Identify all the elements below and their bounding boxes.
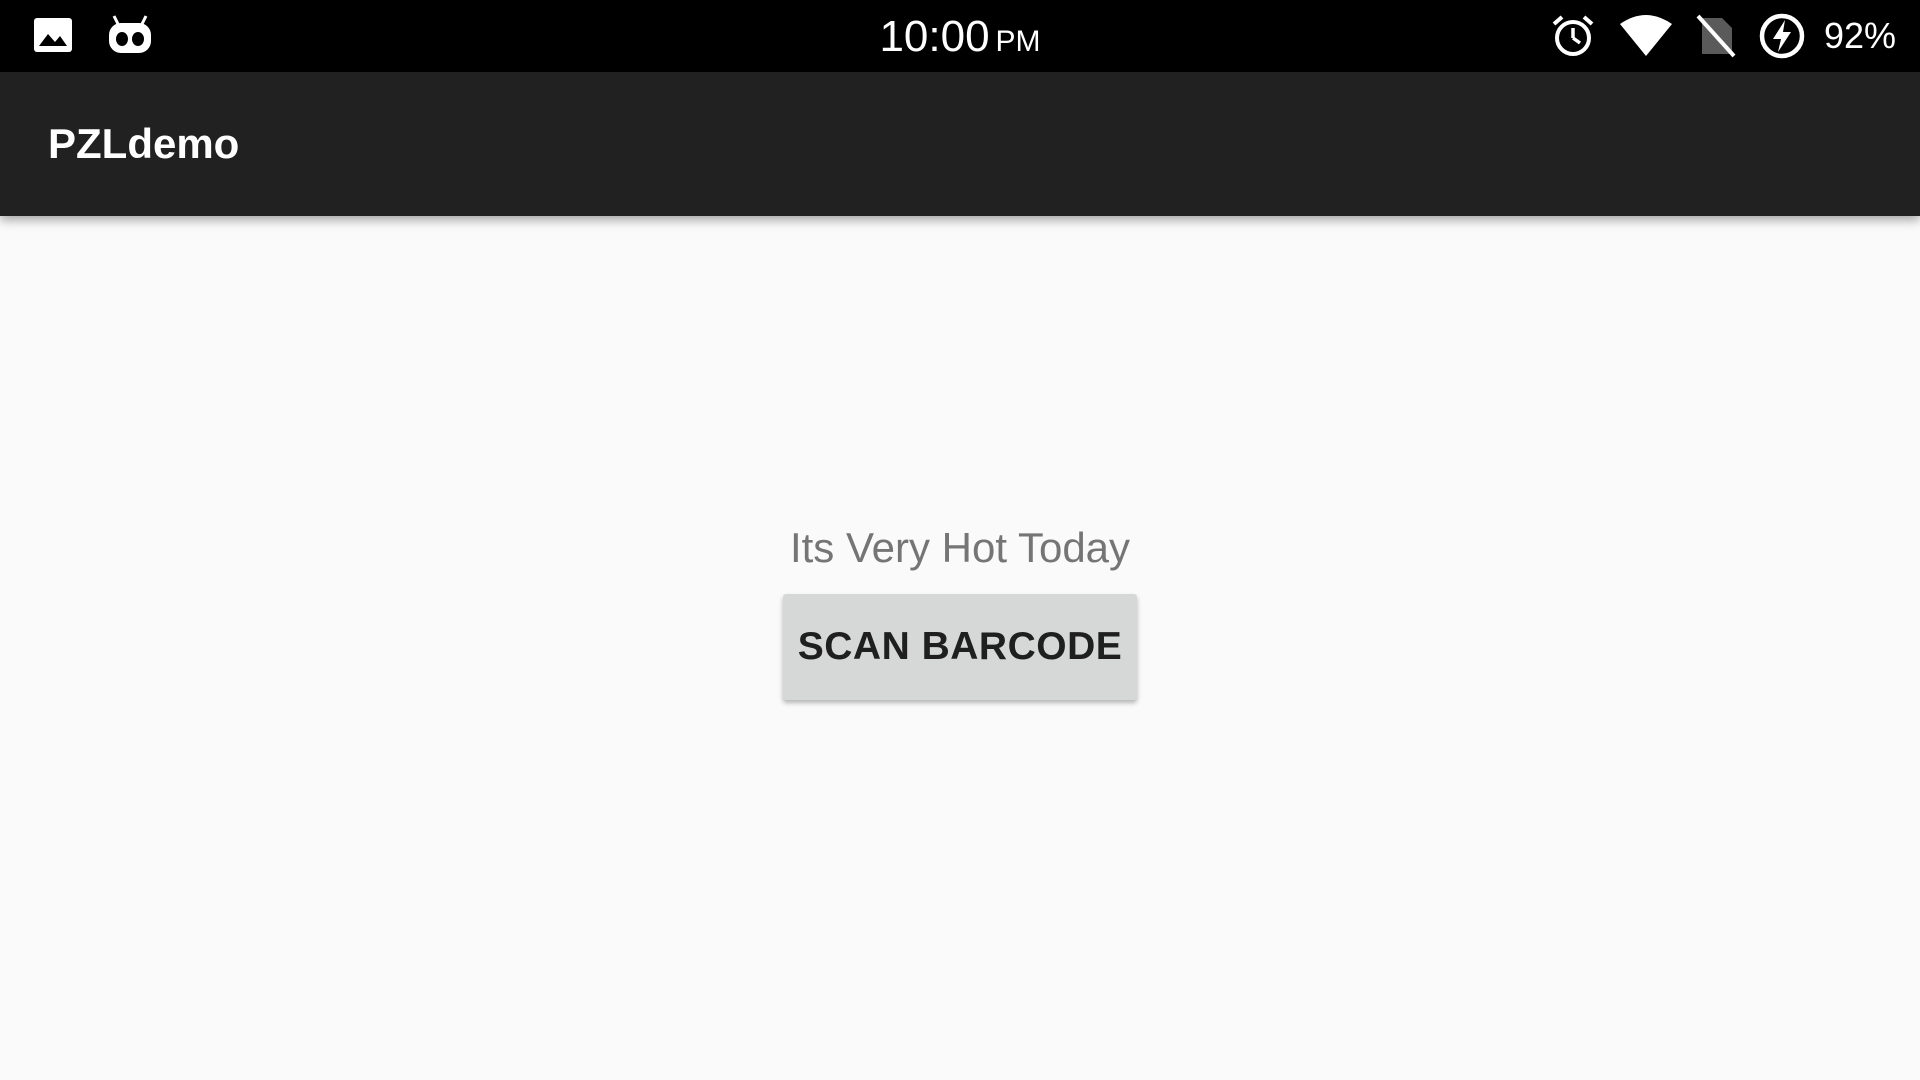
status-bar-right: 92% bbox=[1550, 12, 1896, 60]
wifi-icon bbox=[1618, 14, 1674, 58]
app-title: PZLdemo bbox=[48, 120, 240, 167]
alarm-icon bbox=[1550, 13, 1596, 59]
status-bar: 10:00 PM 92% bbox=[0, 0, 1920, 72]
scan-barcode-button[interactable]: SCAN BARCODE bbox=[783, 594, 1137, 700]
battery-percent: 92% bbox=[1823, 15, 1896, 56]
clock-time: 10:00 bbox=[879, 12, 990, 61]
battery-charging-icon bbox=[1758, 12, 1806, 60]
main-content: Its Very Hot Today SCAN BARCODE bbox=[0, 216, 1920, 1080]
clock-ampm: PM bbox=[995, 25, 1041, 58]
message-text: Its Very Hot Today bbox=[789, 524, 1131, 571]
app-bar: PZLdemo bbox=[0, 72, 1920, 216]
no-sim-icon bbox=[1696, 14, 1736, 58]
